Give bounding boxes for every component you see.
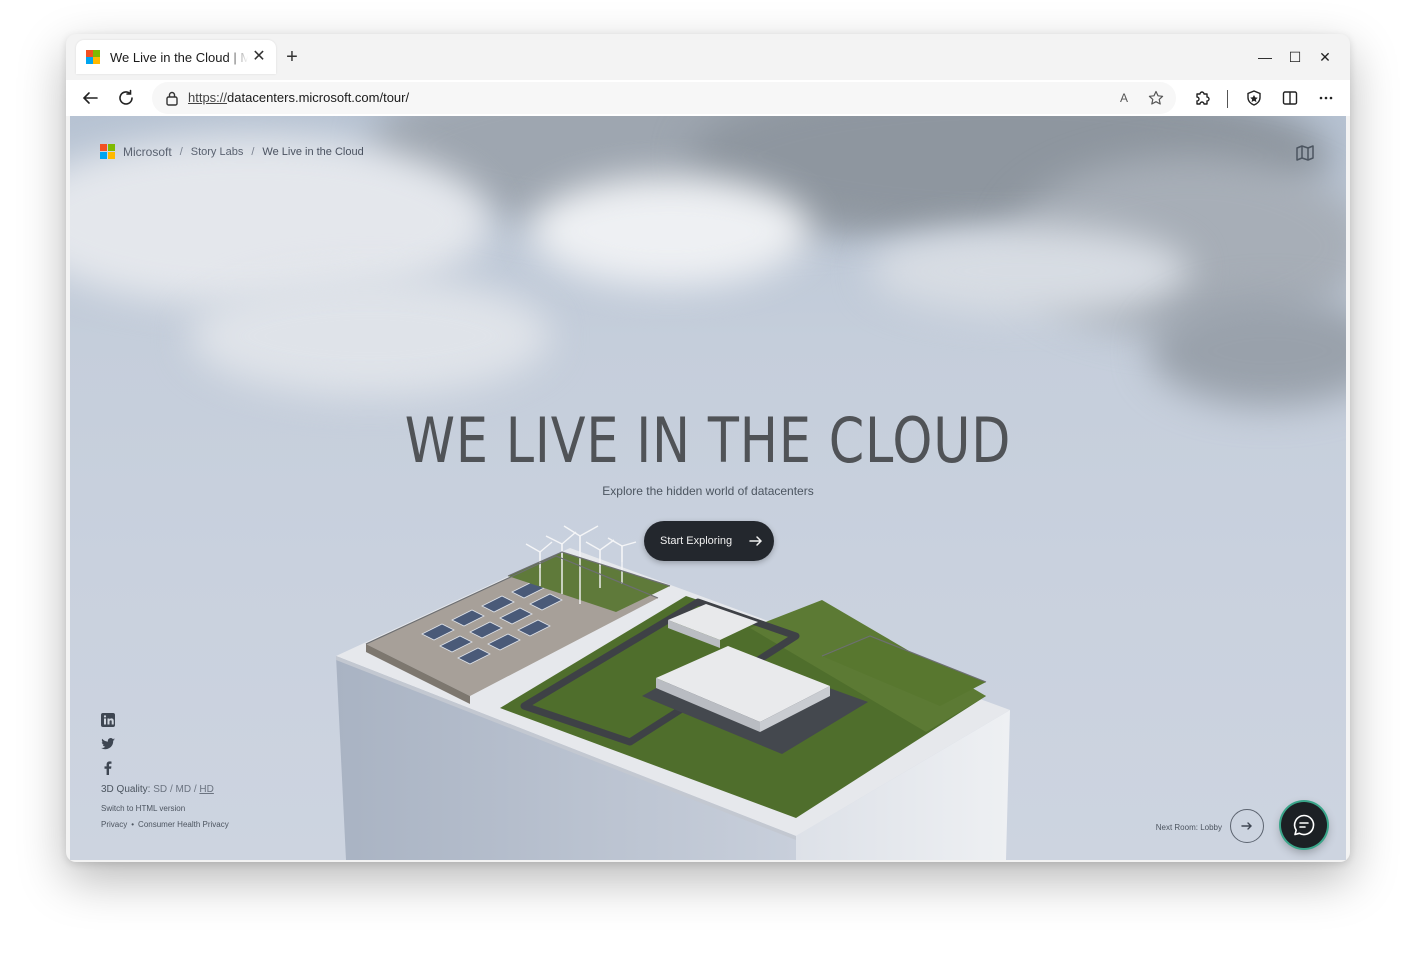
quality-separator: / xyxy=(169,784,173,795)
breadcrumb-separator: / xyxy=(251,145,255,158)
browser-tab[interactable]: We Live in the Cloud | Microsoft ✕ xyxy=(76,40,276,74)
favorite-star-icon[interactable] xyxy=(1146,88,1166,108)
chat-bubble-icon xyxy=(1293,814,1315,836)
maximize-button[interactable]: ☐ xyxy=(1280,44,1310,70)
twitter-icon[interactable] xyxy=(100,736,116,752)
arrow-right-icon xyxy=(1241,822,1252,830)
quality-sd-option[interactable]: SD xyxy=(153,784,167,795)
minimize-button[interactable]: — xyxy=(1250,44,1280,70)
breadcrumb-story-labs[interactable]: Story Labs xyxy=(191,146,244,158)
privacy-link[interactable]: Privacy xyxy=(101,820,127,829)
next-room-button[interactable] xyxy=(1230,809,1264,843)
quality-hd-option[interactable]: HD xyxy=(199,784,213,795)
microsoft-logo-icon xyxy=(100,144,115,159)
read-aloud-icon[interactable]: A xyxy=(1114,88,1134,108)
microsoft-favicon-icon xyxy=(86,50,100,64)
page-viewport: Microsoft / Story Labs / We Live in the … xyxy=(70,116,1346,860)
next-room-label: Next Room: Lobby xyxy=(1155,823,1222,832)
start-exploring-label: Start Exploring xyxy=(660,535,733,547)
breadcrumb-separator: / xyxy=(179,145,183,158)
start-exploring-button[interactable]: Start Exploring xyxy=(644,521,774,561)
quality-separator: / xyxy=(193,784,197,795)
close-tab-icon[interactable]: ✕ xyxy=(250,48,268,66)
breadcrumb-microsoft[interactable]: Microsoft xyxy=(123,145,172,159)
url-text: https://datacenters.microsoft.com/tour/ xyxy=(188,90,409,105)
legal-bullet: • xyxy=(131,820,135,829)
tab-strip: We Live in the Cloud | Microsoft ✕ + — ☐… xyxy=(66,34,1350,80)
html-version-link[interactable]: Switch to HTML version xyxy=(101,804,185,813)
browser-essentials-icon[interactable] xyxy=(1240,84,1268,112)
quality-selector: 3D Quality: SD / MD / HD xyxy=(101,784,214,795)
address-bar[interactable]: https://datacenters.microsoft.com/tour/ … xyxy=(152,82,1176,114)
linkedin-icon[interactable] xyxy=(100,712,116,728)
back-icon[interactable] xyxy=(76,84,104,112)
hero-title: WE LIVE IN THE CLOUD xyxy=(404,404,1012,477)
new-tab-button[interactable]: + xyxy=(280,46,304,70)
quality-label: 3D Quality: xyxy=(101,784,151,795)
more-options-icon[interactable] xyxy=(1312,84,1340,112)
arrow-right-icon xyxy=(749,536,763,546)
map-icon[interactable] xyxy=(1294,142,1316,164)
hero-subtitle: Explore the hidden world of datacenters xyxy=(602,484,814,498)
close-window-button[interactable]: ✕ xyxy=(1310,44,1340,70)
extensions-icon[interactable] xyxy=(1188,84,1216,112)
breadcrumb-current: We Live in the Cloud xyxy=(262,145,364,158)
split-screen-icon[interactable] xyxy=(1276,84,1304,112)
facebook-icon[interactable] xyxy=(100,760,116,776)
tab-title: We Live in the Cloud | Microsoft xyxy=(110,49,248,65)
quality-md-option[interactable]: MD xyxy=(176,784,192,795)
breadcrumb: Microsoft / Story Labs / We Live in the … xyxy=(100,144,364,159)
refresh-icon[interactable] xyxy=(112,84,140,112)
url-protocol: https:// xyxy=(188,90,228,105)
legal-links: Privacy • Consumer Health Privacy xyxy=(101,820,229,829)
chat-button[interactable] xyxy=(1281,802,1327,848)
lock-icon xyxy=(166,91,178,106)
consumer-health-privacy-link[interactable]: Consumer Health Privacy xyxy=(138,820,229,829)
browser-window: We Live in the Cloud | Microsoft ✕ + — ☐… xyxy=(66,34,1350,862)
browser-toolbar: https://datacenters.microsoft.com/tour/ … xyxy=(66,80,1350,116)
url-path: datacenters.microsoft.com/tour/ xyxy=(227,90,410,105)
toolbar-divider xyxy=(1227,90,1228,108)
